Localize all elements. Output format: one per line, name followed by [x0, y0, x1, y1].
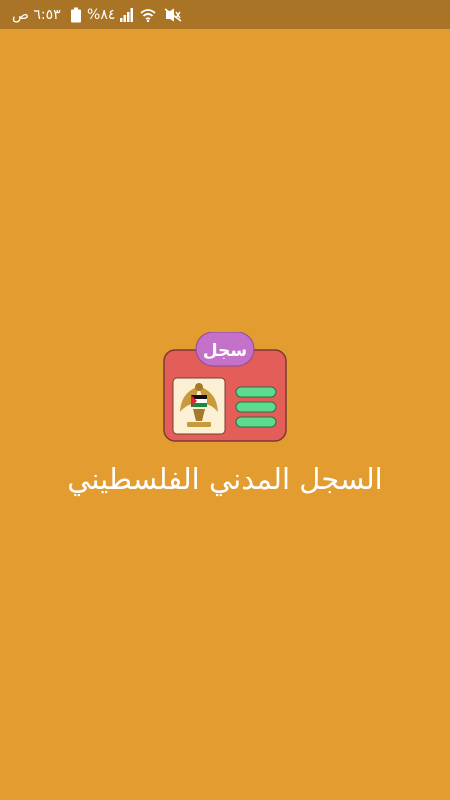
status-time: ٦:٥٣ ص — [12, 6, 61, 23]
splash-screen: ٦:٥٣ ص %٨٤ سجل السجل المدني الفلسطيني — [0, 0, 450, 800]
battery-percent: %٨٤ — [87, 6, 116, 23]
mute-icon — [164, 0, 182, 29]
status-bar: ٦:٥٣ ص %٨٤ — [0, 0, 450, 29]
app-logo: سجل — [163, 331, 287, 442]
logo-tag-label: سجل — [203, 341, 247, 361]
wifi-icon — [140, 0, 156, 29]
app-title: السجل المدني الفلسطيني — [67, 462, 383, 496]
battery-icon — [70, 0, 82, 29]
palestinian-eagle-emblem-icon — [172, 377, 226, 435]
signal-icon — [120, 0, 136, 29]
